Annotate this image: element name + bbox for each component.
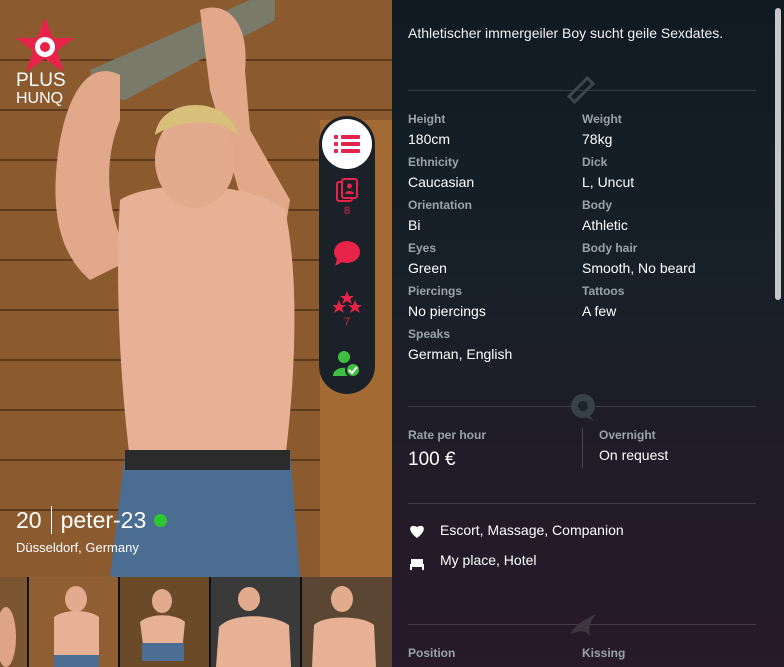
orientation-label: Orientation <box>408 198 473 212</box>
photos-button[interactable]: 8 <box>319 178 375 217</box>
photo-thumbnail[interactable] <box>211 577 300 667</box>
divider <box>408 503 756 504</box>
photos-count: 8 <box>343 205 351 217</box>
weight-label: Weight <box>582 112 622 126</box>
scrollbar-thumb[interactable] <box>775 8 781 300</box>
hunq-logo-icon <box>571 394 595 421</box>
stars-icon <box>332 291 362 313</box>
tattoos-label: Tattoos <box>582 284 625 298</box>
tattoos-value: A few <box>582 303 617 319</box>
position-label: Position <box>408 646 456 660</box>
rate-separator <box>582 428 583 468</box>
services-list: Escort, Massage, Companion <box>440 522 624 538</box>
swallow-icon <box>570 614 596 636</box>
thumbnail-image <box>0 607 16 667</box>
orientation-value: Bi <box>408 217 421 233</box>
eyes-value: Green <box>408 260 447 276</box>
dick-label: Dick <box>582 155 608 169</box>
plus-badge-label: PLUS HUNQ <box>16 70 66 108</box>
chat-bubble-icon <box>334 241 360 266</box>
plus-badge-subtext: HUNQ <box>16 90 64 107</box>
thumbnail-image <box>120 577 209 667</box>
heart-icon <box>410 525 424 538</box>
body-label: Body <box>582 198 612 212</box>
speaks-value: German, English <box>408 346 513 362</box>
verified-button[interactable] <box>319 350 375 381</box>
photo-thumbnail[interactable] <box>0 577 27 667</box>
plus-badge-text: PLUS <box>16 70 66 91</box>
photo-thumbnail-strip <box>0 577 392 667</box>
photo-thumbnail[interactable] <box>302 577 392 667</box>
piercings-label: Piercings <box>408 284 463 298</box>
photo-thumbnail[interactable] <box>29 577 118 667</box>
weight-value: 78kg <box>582 131 613 147</box>
verified-user-icon <box>333 351 361 378</box>
ethnicity-label: Ethnicity <box>408 155 459 169</box>
thumbnail-image <box>302 577 392 667</box>
body-hair-value: Smooth, No beard <box>582 260 696 276</box>
speaks-label: Speaks <box>408 327 451 341</box>
profile-age: 20 <box>16 506 52 534</box>
eyes-label: Eyes <box>408 241 437 255</box>
meeting-places: My place, Hotel <box>440 552 537 568</box>
overnight-label: Overnight <box>599 428 656 442</box>
thumbnail-image <box>29 577 118 667</box>
body-value: Athletic <box>582 217 628 233</box>
profile-action-bar: 8 7 <box>319 116 375 394</box>
profile-title: 20 peter-23 <box>16 506 168 534</box>
plus-badge-star-icon <box>16 18 74 72</box>
ruler-icon <box>566 75 596 105</box>
rate-hour-value: 100 € <box>408 449 456 470</box>
profile-location: Düsseldorf, Germany <box>16 540 139 555</box>
bed-icon <box>410 559 424 570</box>
ratings-button[interactable]: 7 <box>319 291 375 328</box>
thumbnail-image <box>211 577 300 667</box>
ratings-count: 7 <box>343 316 351 328</box>
details-scrollbar[interactable] <box>772 0 784 667</box>
details-list-button[interactable] <box>322 119 372 169</box>
profile-intro-text: Athletischer immergeiler Boy sucht geile… <box>408 25 724 41</box>
photo-thumbnail[interactable] <box>120 577 209 667</box>
profile-details-panel: Athletischer immergeiler Boy sucht geile… <box>392 0 784 667</box>
profile-username: peter-23 <box>60 506 147 533</box>
piercings-value: No piercings <box>408 303 486 319</box>
dick-value: L, Uncut <box>582 174 635 190</box>
height-value: 180cm <box>408 131 451 147</box>
list-icon <box>334 135 360 153</box>
rate-hour-label: Rate per hour <box>408 428 487 442</box>
kissing-label: Kissing <box>582 646 626 660</box>
message-button[interactable] <box>319 240 375 269</box>
photos-icon <box>336 178 358 202</box>
overnight-value: On request <box>599 447 669 463</box>
height-label: Height <box>408 112 446 126</box>
online-status-icon <box>154 513 168 527</box>
ethnicity-value: Caucasian <box>408 174 475 190</box>
body-hair-label: Body hair <box>582 241 638 255</box>
